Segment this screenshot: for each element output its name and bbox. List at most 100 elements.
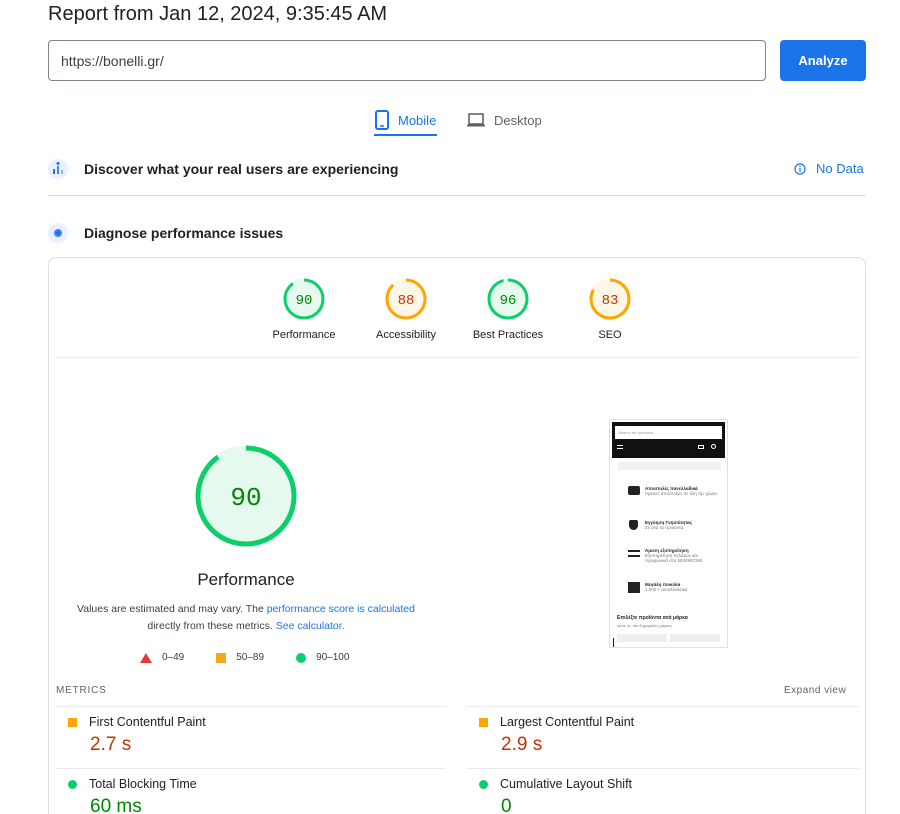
- thumb-cursor: [613, 638, 614, 647]
- gauge-seo[interactable]: 83 SEO: [558, 277, 662, 341]
- thumb-brand-tile: [617, 634, 667, 642]
- shield-icon: [629, 520, 638, 530]
- thumb-feature: Άμεση εξυπηρέτηση Εξυπηρέτηση πελατών και…: [645, 548, 721, 563]
- metric-name: Total Blocking Time: [89, 777, 197, 791]
- thumb-feature-sub: Άμεσες αποστολές σε όλη την χώρα: [645, 491, 717, 496]
- score-legend: 0–49 50–89 90–100: [140, 652, 381, 663]
- triangle-icon: [140, 652, 152, 663]
- metric-divider: [467, 706, 859, 707]
- thumb-band: [618, 462, 721, 470]
- analyze-button[interactable]: Analyze: [780, 40, 866, 81]
- thumb-brand-tile: [670, 634, 720, 642]
- gauge-label: Best Practices: [472, 329, 544, 341]
- gauge-ring: 90: [283, 278, 325, 320]
- average-square-icon: [479, 717, 488, 727]
- metric-value: 2.9 s: [501, 734, 543, 755]
- legend-label: 90–100: [316, 652, 350, 663]
- legend-label: 50–89: [236, 652, 265, 663]
- gauge-ring: 88: [385, 278, 427, 320]
- good-circle-icon: [68, 779, 77, 789]
- gauge-ring: 83: [589, 278, 631, 320]
- note-text: Values are estimated and may vary. The: [77, 603, 267, 615]
- lighthouse-icon: [48, 223, 68, 243]
- thumb-feature-sub: Εξυπηρέτηση πελατών και τηλεφωνικά στο 6…: [645, 553, 703, 563]
- info-icon: [794, 162, 806, 175]
- metrics-heading: METRICS: [56, 685, 107, 696]
- thumb-feature-sub: 1.000 + ανταλλακτικά: [645, 587, 688, 592]
- page-title: Report from Jan 12, 2024, 9:35:45 AM: [48, 3, 388, 25]
- thumb-feature-sub: Σε όλα τα προϊόντα: [645, 525, 684, 530]
- score-calculation-link[interactable]: performance score is calculated: [267, 603, 415, 615]
- boxes-icon: [628, 582, 640, 593]
- thumb-feature: Εγγύηση Γνησιότητας Σε όλα τα προϊόντα: [645, 520, 721, 530]
- thumb-cart-icon: [698, 445, 704, 449]
- metric-divider: [467, 768, 859, 769]
- truck-icon: [628, 486, 640, 495]
- swap-arrows-icon: [628, 550, 640, 557]
- good-circle-icon: [479, 779, 488, 789]
- active-tab-indicator: [374, 134, 437, 136]
- performance-score-large: 90: [230, 483, 261, 513]
- gauge-best-practices[interactable]: 96 Best Practices: [456, 277, 560, 341]
- metric-divider: [56, 768, 446, 769]
- url-input[interactable]: [49, 41, 765, 80]
- thumb-user-icon: [711, 444, 716, 449]
- metric-name: Largest Contentful Paint: [500, 715, 635, 729]
- crux-title: Discover what your real users are experi…: [84, 161, 399, 177]
- tab-mobile[interactable]: Mobile: [374, 104, 436, 136]
- metric-name: Cumulative Layout Shift: [500, 777, 633, 791]
- gauge-label: Performance: [272, 329, 336, 341]
- section-divider: [48, 195, 866, 196]
- note-text: directly from these metrics.: [147, 620, 276, 632]
- tab-desktop[interactable]: Desktop: [466, 104, 542, 136]
- metric-name: First Contentful Paint: [89, 715, 206, 729]
- legend-good: 90–100: [296, 652, 349, 663]
- users-chart-icon: [48, 159, 68, 179]
- metric-value: 60 ms: [90, 796, 142, 814]
- no-data-label: No Data: [816, 161, 864, 176]
- gauge-ring: 96: [487, 278, 529, 320]
- thumb-brand-heading: Επιλέξτε προϊόντα ανά μάρκα: [617, 615, 688, 621]
- metric-value: 0: [501, 796, 512, 814]
- metric-fcp: First Contentful Paint 2.7 s: [68, 715, 444, 756]
- diagnose-title: Diagnose performance issues: [84, 225, 284, 241]
- diagnose-section-header: Diagnose performance issues: [48, 223, 283, 243]
- tab-mobile-label: Mobile: [398, 112, 437, 128]
- crux-section-header: Discover what your real users are experi…: [48, 159, 398, 179]
- legend-average: 50–89: [216, 652, 264, 663]
- gauge-score: 88: [398, 293, 415, 309]
- gauge-accessibility[interactable]: 88 Accessibility: [354, 277, 458, 341]
- performance-title: Performance: [197, 570, 295, 589]
- tab-desktop-label: Desktop: [494, 112, 542, 128]
- no-data-indicator[interactable]: No Data: [794, 161, 864, 176]
- gauge-label: Accessibility: [376, 329, 436, 341]
- thumb-menu-icon: [617, 445, 623, 449]
- thumb-feature: Μεγάλη ποικιλία 1.000 + ανταλλακτικά: [645, 582, 721, 592]
- thumb-search: Search for products...: [615, 426, 722, 439]
- metric-cls: Cumulative Layout Shift 0: [479, 777, 855, 814]
- circle-icon: [296, 652, 307, 663]
- laptop-icon: [467, 113, 485, 127]
- final-screenshot-thumbnail[interactable]: Search for products... Αποστολές πανελλα…: [609, 419, 728, 648]
- legend-label: 0–49: [162, 652, 185, 663]
- square-icon: [216, 652, 227, 663]
- gauge-divider: [56, 357, 859, 358]
- expand-view-toggle[interactable]: Expand view: [784, 685, 846, 696]
- gauge-label: SEO: [598, 329, 622, 341]
- legend-poor: 0–49: [140, 652, 184, 663]
- see-calculator-link[interactable]: See calculator.: [276, 620, 345, 632]
- metric-lcp: Largest Contentful Paint 2.9 s: [479, 715, 855, 756]
- gauge-score: 83: [602, 293, 619, 309]
- gauge-score: 90: [296, 293, 313, 309]
- url-field[interactable]: [48, 40, 766, 81]
- metric-value: 2.7 s: [90, 734, 132, 755]
- metric-divider: [56, 706, 446, 707]
- gauge-performance[interactable]: 90 Performance: [252, 277, 356, 341]
- estimate-note: Values are estimated and may vary. The p…: [68, 601, 424, 635]
- performance-gauge-large: 90: [193, 443, 299, 554]
- thumb-feature: Αποστολές πανελλαδικά Άμεσες αποστολές σε…: [645, 486, 721, 496]
- smartphone-icon: [375, 110, 389, 130]
- gauge-score: 96: [500, 293, 517, 309]
- thumb-brand-sub: Δείτε τις πιο δημοφιλείς μάρκες: [617, 623, 673, 628]
- average-square-icon: [68, 717, 77, 727]
